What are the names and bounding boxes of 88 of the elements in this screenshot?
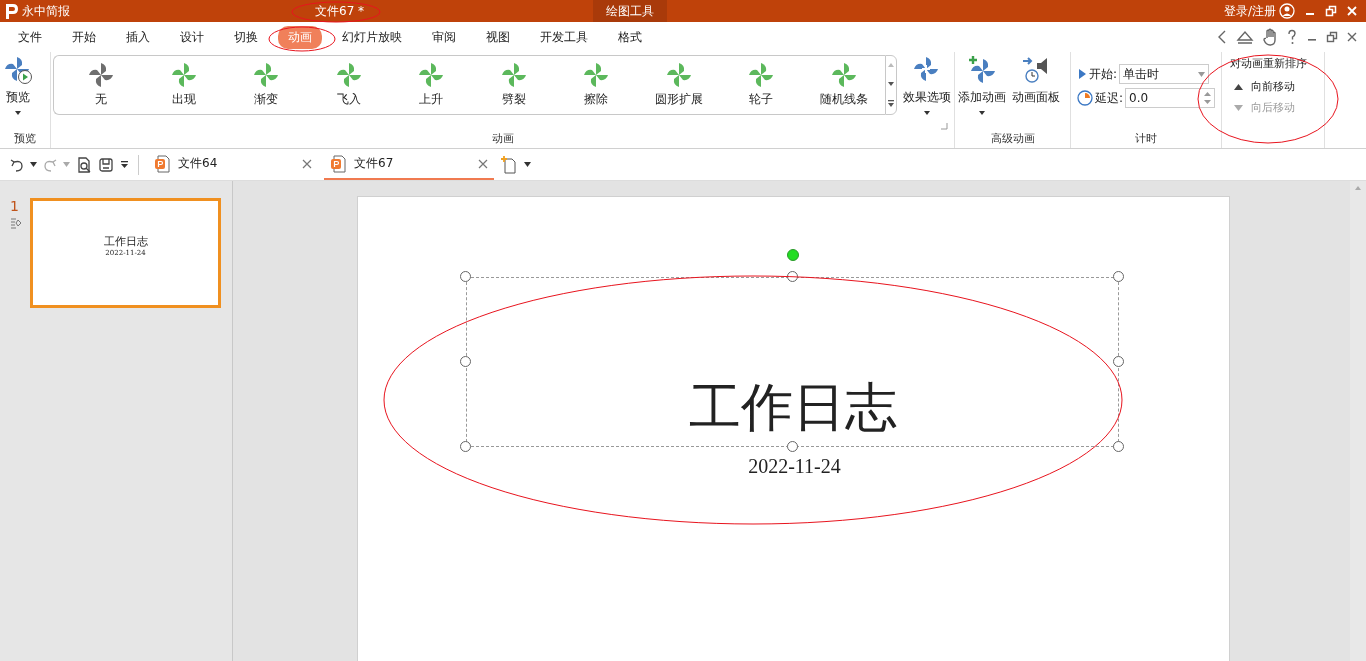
animation-effect[interactable]: 轮子 <box>720 56 803 114</box>
help-icon[interactable] <box>1286 29 1298 45</box>
animation-marker-icon <box>10 217 22 229</box>
slide-number: 1 <box>10 198 20 214</box>
delay-label: 延迟: <box>1095 89 1124 107</box>
rotate-handle[interactable] <box>786 249 799 261</box>
print-preview-icon[interactable] <box>76 156 92 173</box>
caret-icon <box>923 110 931 116</box>
document-tab[interactable]: 文件64 <box>148 149 318 180</box>
restore-icon[interactable] <box>1326 31 1338 43</box>
gallery-scrollbar[interactable] <box>885 55 897 115</box>
spinner-arrows-icon <box>1204 91 1212 105</box>
annotation-ellipse <box>268 26 336 52</box>
pinwheel-add-icon <box>967 55 997 85</box>
menu-tab[interactable]: 插入 <box>116 25 160 49</box>
menu-tab[interactable]: 开始 <box>62 25 106 49</box>
caret-icon <box>978 110 986 116</box>
app-name: 永中简报 <box>22 2 70 20</box>
resize-handle[interactable] <box>786 271 798 282</box>
caret-icon[interactable] <box>524 162 531 167</box>
start-label: 开始: <box>1089 65 1118 83</box>
move-earlier-button[interactable]: 向前移动 <box>1230 79 1316 94</box>
timer-icon <box>1077 90 1093 106</box>
dropdown-arrow-icon <box>1198 71 1206 77</box>
animation-effect[interactable]: 无 <box>60 56 143 114</box>
resize-handle[interactable] <box>460 356 471 367</box>
animation-effect[interactable]: 劈裂 <box>472 56 555 114</box>
menu-tab[interactable]: 格式 <box>608 25 652 49</box>
animation-effect[interactable]: 出现 <box>142 56 225 114</box>
restore-icon[interactable] <box>1325 5 1337 17</box>
document-title: 文件67 * <box>315 2 365 20</box>
scroll-down-icon <box>887 81 895 87</box>
user-icon <box>1279 3 1295 19</box>
hand-icon[interactable] <box>1262 28 1278 46</box>
menu-tab[interactable]: 开发工具 <box>530 25 598 49</box>
resize-handle[interactable] <box>786 441 798 452</box>
scroll-up-icon <box>1354 185 1362 191</box>
delay-spinner[interactable]: 0.0 <box>1125 88 1216 108</box>
collapse-ribbon-icon[interactable] <box>1236 29 1254 45</box>
animation-effect[interactable]: 飞入 <box>307 56 390 114</box>
menu-tab[interactable]: 幻灯片放映 <box>332 25 412 49</box>
close-icon[interactable] <box>1346 31 1358 43</box>
vertical-scrollbar[interactable] <box>1350 181 1366 661</box>
add-animation-button[interactable]: 添加动画 <box>955 55 1009 116</box>
undo-icon[interactable] <box>10 157 24 172</box>
caret-icon[interactable] <box>30 162 37 167</box>
group-label: 动画 <box>490 131 515 147</box>
pinwheel-play-icon <box>3 55 33 85</box>
login-link[interactable]: 登录/注册 <box>1223 2 1276 20</box>
menu-tab[interactable]: 文件 <box>8 25 52 49</box>
reorder-title: 对动画重新排序 <box>1230 56 1308 71</box>
resize-handle[interactable] <box>1113 271 1124 282</box>
resize-handle[interactable] <box>460 271 471 282</box>
presentation-file-icon <box>330 154 346 173</box>
group-label: 预览 <box>13 131 37 147</box>
resize-handle[interactable] <box>1113 441 1124 452</box>
more-icon <box>887 99 895 108</box>
context-tab[interactable]: 绘图工具 <box>593 0 668 22</box>
menu-tab[interactable]: 审阅 <box>422 25 466 49</box>
caret-icon <box>14 110 22 116</box>
back-icon[interactable] <box>1216 29 1228 45</box>
animation-effect[interactable]: 随机线条 <box>802 56 885 114</box>
animation-effect[interactable]: 圆形扩展 <box>637 56 720 114</box>
menu-tab[interactable]: 视图 <box>476 25 520 49</box>
animation-effect[interactable]: 擦除 <box>555 56 638 114</box>
start-dropdown[interactable]: 单击时 <box>1119 64 1210 84</box>
play-icon <box>1077 68 1087 80</box>
effect-options-button[interactable]: 效果选项 <box>900 55 954 116</box>
up-triangle-icon <box>1234 82 1243 91</box>
menu-tab[interactable]: 切换 <box>224 25 268 49</box>
animation-effect[interactable]: 上升 <box>390 56 473 114</box>
resize-handle[interactable] <box>460 441 471 452</box>
preview-button[interactable]: 预览 <box>0 55 36 116</box>
down-triangle-icon <box>1234 103 1243 112</box>
slide-title: 工作日志 <box>688 376 897 439</box>
group-label: 高级动画 <box>989 131 1036 147</box>
save-icon[interactable] <box>98 156 114 173</box>
customize-icon[interactable] <box>120 160 129 169</box>
animation-pane-button[interactable]: 动画面板 <box>1009 55 1063 106</box>
scroll-up-icon <box>887 62 895 69</box>
presentation-file-icon <box>154 154 170 173</box>
group-label: 计时 <box>1134 131 1158 147</box>
slide-date: 2022-11-24 <box>748 455 841 478</box>
resize-handle[interactable] <box>1113 356 1124 367</box>
close-icon[interactable] <box>478 158 488 169</box>
animation-effect[interactable]: 渐变 <box>225 56 308 114</box>
menu-tab[interactable]: 设计 <box>170 25 214 49</box>
close-icon[interactable] <box>302 158 312 169</box>
